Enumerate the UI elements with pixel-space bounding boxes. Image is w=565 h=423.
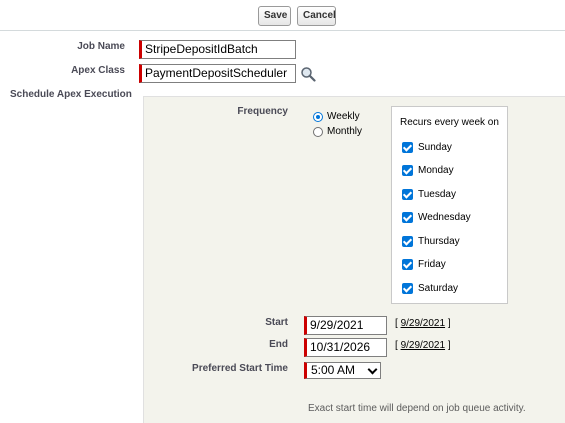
preferred-start-time-select[interactable]: 5:00 AM: [304, 362, 381, 379]
job-name-input[interactable]: StripeDepositIdBatch: [139, 40, 296, 59]
checkbox-icon[interactable]: [402, 189, 413, 200]
button-bar: Save Cancel: [0, 0, 565, 31]
start-date-input[interactable]: 9/29/2021: [304, 316, 387, 335]
checkbox-icon[interactable]: [402, 236, 413, 247]
checkbox-icon[interactable]: [402, 212, 413, 223]
day-label: Monday: [418, 165, 454, 176]
weekly-label: Weekly: [327, 111, 360, 122]
job-name-label: Job Name: [77, 41, 125, 52]
day-checkbox-thursday[interactable]: Thursday: [402, 236, 460, 247]
job-queue-note: Exact start time will depend on job queu…: [308, 403, 526, 414]
day-checkbox-wednesday[interactable]: Wednesday: [402, 212, 471, 223]
weekly-radio[interactable]: Weekly: [313, 111, 360, 122]
end-label: End: [269, 339, 288, 350]
day-checkbox-sunday[interactable]: Sunday: [402, 142, 452, 153]
day-checkbox-tuesday[interactable]: Tuesday: [402, 189, 456, 200]
checkbox-icon[interactable]: [402, 142, 413, 153]
end-today-link: [ 9/29/2021 ]: [395, 340, 451, 351]
day-label: Sunday: [418, 142, 452, 153]
end-date-input[interactable]: 10/31/2026: [304, 338, 387, 357]
day-checkbox-monday[interactable]: Monday: [402, 165, 454, 176]
selected-time: 5:00 AM: [311, 363, 356, 377]
monthly-label: Monthly: [327, 126, 363, 137]
day-checkbox-friday[interactable]: Friday: [402, 259, 446, 270]
day-label: Saturday: [418, 283, 459, 294]
start-today-link: [ 9/29/2021 ]: [395, 318, 451, 329]
radio-indicator[interactable]: [313, 126, 323, 137]
save-button[interactable]: Save: [258, 6, 291, 26]
day-label: Thursday: [418, 236, 460, 247]
frequency-label: Frequency: [237, 106, 288, 117]
schedule-apex-label: Schedule Apex Execution: [10, 89, 132, 100]
checkbox-icon[interactable]: [402, 165, 413, 176]
magnifier-lookup-icon[interactable]: [300, 66, 316, 82]
start-date-link[interactable]: 9/29/2021: [401, 318, 446, 329]
checkbox-icon[interactable]: [402, 283, 413, 294]
apex-class-label: Apex Class: [71, 65, 125, 76]
radio-indicator[interactable]: [313, 111, 323, 122]
chevron-down-icon: [367, 364, 378, 375]
preferred-start-time-label: Preferred Start Time: [192, 363, 288, 374]
recurs-every-week-box: Recurs every week on Sunday Monday Tuesd…: [391, 106, 508, 304]
end-date-link[interactable]: 9/29/2021: [401, 340, 446, 351]
day-label: Friday: [418, 259, 446, 270]
start-label: Start: [265, 317, 288, 328]
monthly-radio[interactable]: Monthly: [313, 126, 362, 137]
day-checkbox-saturday[interactable]: Saturday: [402, 283, 458, 294]
checkbox-icon[interactable]: [402, 259, 413, 270]
cancel-button[interactable]: Cancel: [297, 6, 336, 26]
day-label: Tuesday: [418, 189, 456, 200]
apex-class-input[interactable]: PaymentDepositScheduler: [139, 64, 296, 83]
day-label: Wednesday: [418, 212, 471, 223]
recurs-title: Recurs every week on: [400, 117, 499, 128]
